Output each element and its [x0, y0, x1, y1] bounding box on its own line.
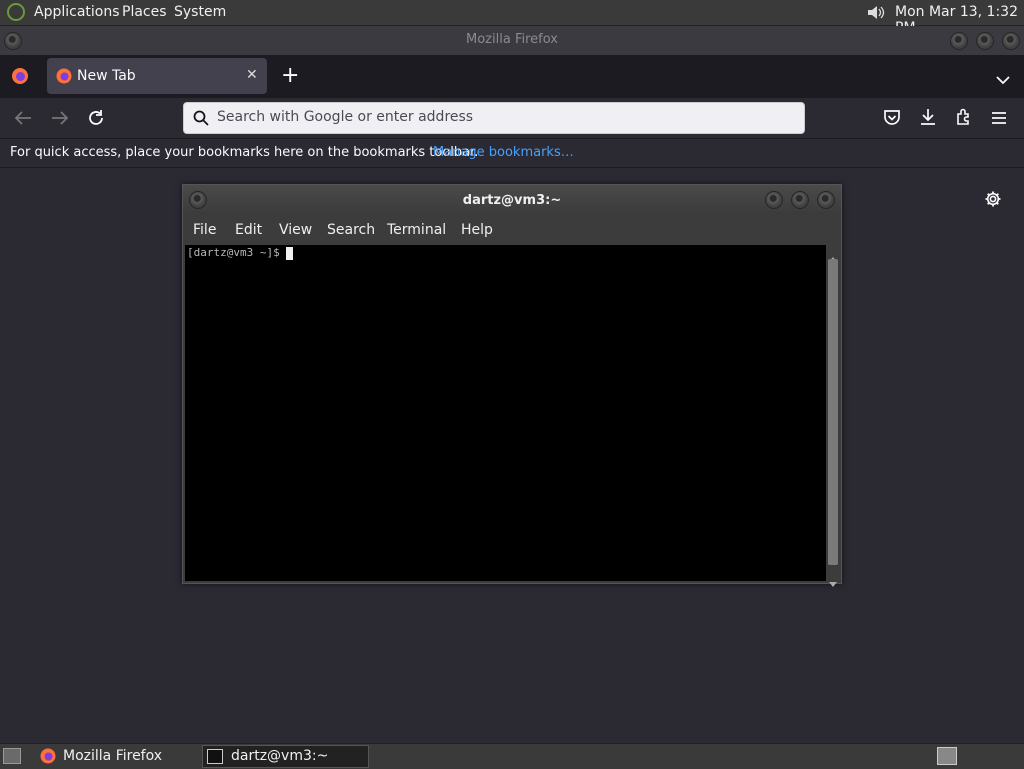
terminal-menubar: File Edit View Search Terminal Help [183, 215, 841, 245]
terminal-minimize-button[interactable] [765, 191, 783, 209]
gnome-foot-icon[interactable] [7, 3, 25, 21]
forward-arrow-icon[interactable] [51, 110, 69, 130]
terminal-prompt: [dartz@vm3 ~]$ [187, 246, 294, 260]
show-desktop-icon[interactable] [3, 748, 21, 764]
terminal-close-button[interactable] [817, 191, 835, 209]
maximize-button[interactable] [976, 32, 994, 50]
applications-menu[interactable]: Applications [34, 4, 120, 20]
tab-label: New Tab [77, 68, 136, 84]
back-arrow-icon[interactable] [14, 110, 32, 130]
extensions-puzzle-icon[interactable] [955, 108, 973, 130]
terminal-scrollbar[interactable] [826, 245, 840, 587]
taskbar-item-label: Mozilla Firefox [63, 748, 163, 764]
menu-edit[interactable]: Edit [235, 222, 262, 238]
menu-search[interactable]: Search [327, 222, 375, 238]
cursor [286, 246, 294, 260]
firefox-titlebar[interactable]: Mozilla Firefox [0, 26, 1024, 55]
bookmarks-toolbar: For quick access, place your bookmarks h… [0, 139, 1024, 168]
list-all-tabs-chevron-icon[interactable] [996, 70, 1010, 89]
volume-icon[interactable] [866, 4, 886, 25]
terminal-titlebar[interactable]: dartz@vm3:~ [183, 185, 841, 215]
hamburger-menu-icon[interactable] [991, 110, 1007, 129]
terminal-screen[interactable]: [dartz@vm3 ~]$ [185, 245, 826, 581]
system-menu[interactable]: System [174, 4, 226, 20]
taskbar-item-label: dartz@vm3:~ [231, 748, 329, 764]
search-icon [193, 110, 209, 130]
url-bar-placeholder: Search with Google or enter address [217, 109, 474, 125]
menu-file[interactable]: File [193, 222, 216, 238]
terminal-icon [207, 749, 223, 764]
taskbar-item-terminal[interactable]: dartz@vm3:~ [202, 745, 369, 768]
tab-strip: New Tab ✕ + [0, 55, 1024, 98]
downloads-icon[interactable] [919, 108, 937, 130]
terminal-window[interactable]: dartz@vm3:~ File Edit View Search Termin… [182, 184, 842, 587]
menu-terminal[interactable]: Terminal [387, 222, 446, 238]
navigation-toolbar: Search with Google or enter address [0, 98, 1024, 139]
terminal-maximize-button[interactable] [791, 191, 809, 209]
firefox-tab-icon [56, 68, 72, 88]
firefox-view-icon[interactable] [11, 67, 29, 89]
terminal-title: dartz@vm3:~ [462, 193, 562, 208]
workspace-switcher[interactable] [937, 747, 957, 765]
tab-new-tab[interactable]: New Tab ✕ [47, 58, 267, 94]
manage-bookmarks-link[interactable]: Manage bookmarks… [433, 145, 574, 160]
menu-view[interactable]: View [279, 222, 312, 238]
pocket-icon[interactable] [883, 109, 901, 130]
url-bar[interactable]: Search with Google or enter address [183, 102, 805, 134]
places-menu[interactable]: Places [122, 4, 167, 20]
close-window-button[interactable] [1002, 32, 1020, 50]
window-title: Mozilla Firefox [466, 32, 558, 47]
bottom-panel: Mozilla Firefox dartz@vm3:~ [0, 743, 1024, 769]
top-panel: Applications Places System Mon Mar 13, 1… [0, 0, 1024, 36]
bookmarks-empty-message: For quick access, place your bookmarks h… [10, 145, 479, 160]
scrollbar-thumb[interactable] [828, 259, 838, 565]
minimize-button[interactable] [950, 32, 968, 50]
new-tab-button[interactable]: + [281, 63, 299, 88]
close-tab-icon[interactable]: ✕ [246, 67, 258, 83]
menu-help[interactable]: Help [461, 222, 493, 238]
reload-icon[interactable] [87, 109, 105, 131]
taskbar-item-firefox[interactable]: Mozilla Firefox [36, 745, 198, 768]
scroll-down-arrow-icon[interactable] [829, 573, 837, 592]
gear-icon[interactable] [984, 190, 1002, 212]
prompt-text: [dartz@vm3 ~]$ [187, 246, 287, 259]
firefox-icon [40, 748, 56, 768]
